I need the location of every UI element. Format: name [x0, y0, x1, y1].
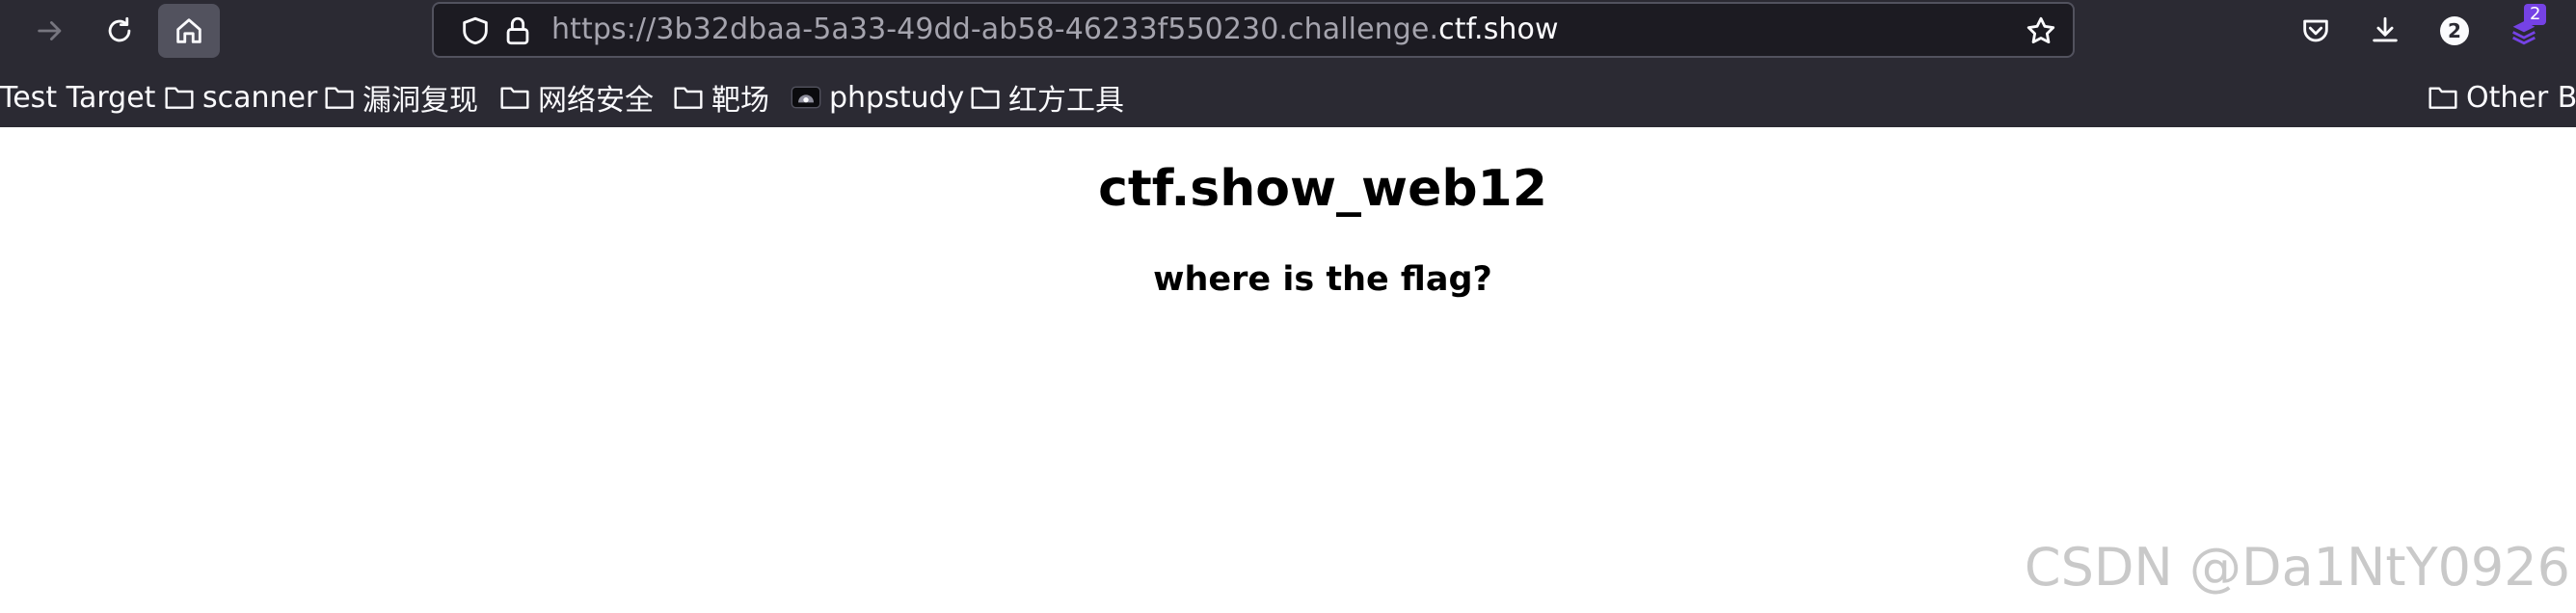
- bookmark-phpstudy[interactable]: phpstudy: [791, 71, 964, 123]
- bookmark-label: Test Target: [0, 80, 156, 115]
- bookmark-scanner[interactable]: scanner: [164, 71, 317, 123]
- bookmark-other-bookmarks[interactable]: Other Bo: [2428, 71, 2576, 123]
- download-icon: [2373, 16, 2398, 42]
- bookmark-red-team-tools[interactable]: 红方工具: [970, 71, 1124, 123]
- lock-icon[interactable]: [501, 14, 534, 47]
- bookmarks-toolbar: Test Target scanner 漏洞复现 网络安全 靶场 phpstud…: [0, 71, 2576, 123]
- star-icon[interactable]: [2025, 14, 2057, 47]
- folder-icon: [971, 87, 1000, 109]
- home-button[interactable]: [158, 4, 220, 58]
- notification-count-badge: 2: [2440, 16, 2469, 45]
- folder-icon: [500, 87, 529, 109]
- reload-button[interactable]: [89, 4, 150, 58]
- bookmark-label: 网络安全: [538, 84, 654, 118]
- arrow-right-icon: [38, 21, 62, 40]
- forward-button[interactable]: [19, 4, 81, 58]
- shield-icon[interactable]: [459, 14, 492, 47]
- bookmark-label: scanner: [202, 80, 318, 115]
- bookmark-vuln-reproduce[interactable]: 漏洞复现: [324, 71, 478, 123]
- url-text[interactable]: https://3b32dbaa-5a33-49dd-ab58-46233f55…: [551, 4, 1559, 56]
- browser-chrome: https://3b32dbaa-5a33-49dd-ab58-46233f55…: [0, 0, 2576, 127]
- bookmark-range[interactable]: 靶场: [673, 71, 769, 123]
- bookmark-label: 漏洞复现: [362, 84, 478, 118]
- page-title: ctf.show_web12: [1098, 160, 1547, 218]
- folder-icon: [325, 87, 354, 109]
- phpstudy-icon: [791, 86, 821, 109]
- folder-icon: [674, 87, 703, 109]
- page-subtitle: where is the flag?: [1153, 260, 1492, 299]
- home-icon: [176, 18, 201, 43]
- extension-count-badge: 2: [2524, 4, 2547, 25]
- page-content: ctf.show_web12 where is the flag? CSDN @…: [0, 127, 2576, 613]
- url-prefix: https://3b32dbaa-5a33-49dd-ab58-46233f55…: [551, 13, 1439, 46]
- bookmark-network-security[interactable]: 网络安全: [499, 71, 654, 123]
- folder-icon: [165, 87, 194, 109]
- navigation-toolbar: https://3b32dbaa-5a33-49dd-ab58-46233f55…: [0, 0, 2576, 62]
- folder-icon: [2428, 87, 2457, 109]
- bookmark-label: 靶场: [711, 84, 769, 118]
- watermark: CSDN @Da1NtY0926: [2024, 537, 2570, 598]
- address-bar[interactable]: https://3b32dbaa-5a33-49dd-ab58-46233f55…: [432, 2, 2075, 58]
- account-button[interactable]: 2: [2424, 4, 2485, 58]
- url-domain: ctf.show: [1438, 13, 1559, 46]
- reload-icon: [108, 16, 131, 42]
- bookmark-label: phpstudy: [829, 80, 965, 115]
- pocket-icon: [2303, 19, 2328, 42]
- pocket-button[interactable]: [2285, 4, 2347, 58]
- bookmark-test-target[interactable]: Test Target: [0, 71, 155, 123]
- downloads-button[interactable]: [2354, 4, 2416, 58]
- bookmark-label: Other Bo: [2466, 80, 2576, 115]
- extensions-button[interactable]: 2: [2493, 4, 2555, 58]
- bookmark-label: 红方工具: [1008, 84, 1124, 118]
